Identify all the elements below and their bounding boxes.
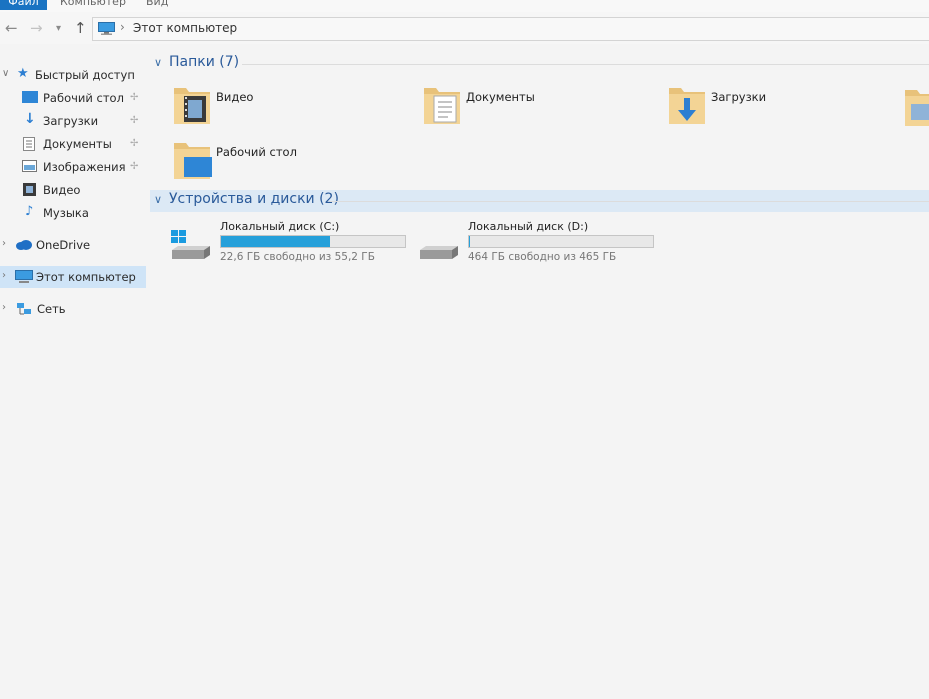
windows-drive-icon [171,230,210,259]
breadcrumb-chevron-icon: › [120,20,125,34]
back-arrow-icon[interactable]: ← [5,19,18,37]
nav-item-pictures[interactable]: Изображения ✢ [0,156,146,178]
document-icon [23,137,35,151]
nav-item-quick-access[interactable]: ∨ ★ Быстрый доступ [0,64,146,86]
drive-d[interactable]: Локальный диск (D:) 464 ГБ свободно из 4… [416,220,656,270]
folder-desktop[interactable]: Рабочий стол [172,139,392,187]
ribbon: Файл Компьютер Вид [0,0,929,12]
pin-icon[interactable]: ✢ [130,92,138,103]
usage-bar [468,235,654,248]
download-arrow-icon: ↓ [24,111,36,127]
recent-chevron-down-icon[interactable]: ▾ [56,23,61,34]
forward-arrow-icon[interactable]: → [30,19,43,37]
computer-icon [98,22,115,35]
nav-item-onedrive[interactable]: › OneDrive [0,234,146,256]
star-icon: ★ [17,66,29,81]
nav-item-downloads[interactable]: ↓ Загрузки ✢ [0,110,146,132]
usage-bar [220,235,406,248]
folder-partial-pictures[interactable] [903,86,929,134]
nav-item-network[interactable]: › Сеть [0,298,146,320]
address-toolbar: ← → ▾ ↑ › Этот компьютер [0,12,929,44]
folder-documents[interactable]: Документы [422,84,642,132]
nav-item-desktop[interactable]: Рабочий стол ✢ [0,87,146,109]
up-arrow-icon[interactable]: ↑ [74,19,87,37]
folder-downloads[interactable]: Загрузки [667,84,887,132]
video-icon [23,183,36,196]
tab-file[interactable]: Файл [0,0,47,10]
video-folder-icon [174,88,210,124]
nav-item-documents[interactable]: Документы ✢ [0,133,146,155]
group-header-devices[interactable]: ∨ Устройства и диски (2) [150,190,929,212]
documents-folder-icon [424,88,460,124]
collapsed-chevron-icon[interactable]: › [2,270,6,281]
group-header-folders[interactable]: ∨ Папки (7) [150,53,929,75]
pictures-folder-icon [905,90,929,126]
folder-videos[interactable]: Видео [172,84,392,132]
tab-view[interactable]: Вид [146,0,168,10]
nav-item-videos[interactable]: Видео [0,179,146,201]
downloads-folder-icon [669,88,705,124]
pin-icon[interactable]: ✢ [130,161,138,172]
desktop-folder-icon [174,143,212,179]
pictures-icon [22,160,37,172]
cloud-icon [16,240,32,250]
pin-icon[interactable]: ✢ [130,138,138,149]
pin-icon[interactable]: ✢ [130,115,138,126]
drive-c[interactable]: Локальный диск (C:) 22,6 ГБ свободно из … [168,220,408,270]
collapsed-chevron-icon[interactable]: › [2,302,6,313]
expanded-chevron-icon[interactable]: ∨ [154,193,162,206]
breadcrumb-this-pc[interactable]: Этот компьютер [133,21,237,35]
computer-icon [15,270,33,283]
usage-bar-fill [221,236,330,247]
drive-icon [420,246,458,259]
collapsed-chevron-icon[interactable]: › [2,238,6,249]
tab-computer[interactable]: Компьютер [60,0,126,10]
desktop-icon [22,91,38,103]
network-icon [17,303,31,315]
expanded-chevron-icon[interactable]: ∨ [154,56,162,69]
navigation-pane: ∨ ★ Быстрый доступ Рабочий стол ✢ ↓ Загр… [0,50,148,699]
nav-item-music[interactable]: ♪ Музыка [0,202,146,224]
music-note-icon: ♪ [25,204,34,219]
address-bar[interactable]: › Этот компьютер [92,17,929,41]
nav-item-this-pc[interactable]: › Этот компьютер [0,266,146,288]
expanded-chevron-icon[interactable]: ∨ [2,68,9,79]
